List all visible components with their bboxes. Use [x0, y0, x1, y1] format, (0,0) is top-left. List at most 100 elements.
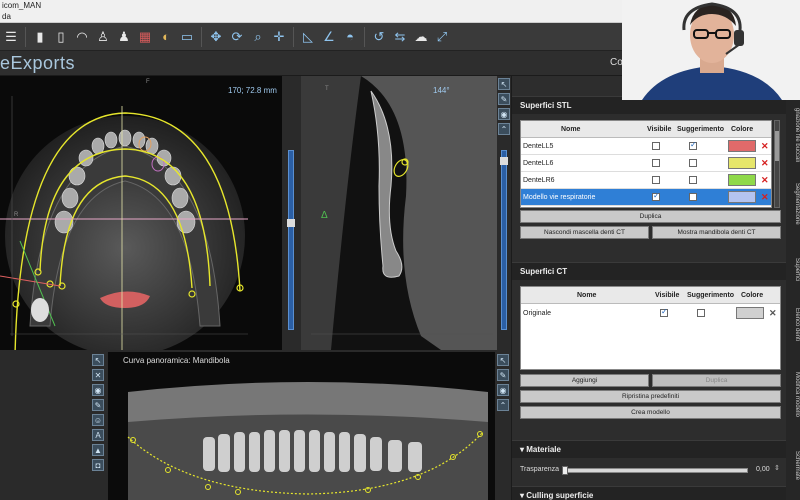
stl-scroll-thumb[interactable]	[775, 131, 779, 161]
panoramic-viewport[interactable]: Curva panoramica: Mandibola	[108, 352, 495, 500]
visibility-icon[interactable]: ◉	[497, 384, 509, 396]
ruler-icon[interactable]: ◺	[299, 27, 317, 47]
side-tab-edit-model[interactable]: Modifica modello	[786, 362, 800, 428]
tooth-icon[interactable]: ♙	[94, 27, 112, 47]
list-icon[interactable]: ☰	[2, 27, 20, 47]
move-icon[interactable]: ✥	[207, 27, 225, 47]
cross-tool-strip: ↖ ✎ ◉ ⌃	[498, 78, 512, 135]
table-row[interactable]: DenteLR6 ✕	[521, 172, 771, 189]
spinner-arrows-icon[interactable]: ⇕	[774, 464, 780, 472]
tube-icon[interactable]: ▮	[31, 27, 49, 47]
skull-icon[interactable]: ☺	[92, 414, 104, 426]
delete-icon[interactable]: ✕	[769, 305, 777, 322]
app-window: icom_MAN da ☰ ▮ ▯ ◠ ♙ ♟ ▦ ◐ ▭ ✥ ⟳ ⌕ ✛ ◺ …	[0, 0, 800, 500]
angle-icon[interactable]: ∠	[320, 27, 338, 47]
table-row[interactable]: DenteLL6 ✕	[521, 155, 771, 172]
color-swatch[interactable]	[728, 157, 756, 169]
axial-slice-knob[interactable]	[287, 219, 295, 227]
cloud-icon[interactable]: ☁	[412, 27, 430, 47]
suggest-checkbox[interactable]	[689, 159, 697, 167]
visibility-icon[interactable]: ◉	[498, 108, 510, 120]
header-suggest[interactable]: Suggerimento	[687, 287, 737, 304]
color-swatch[interactable]	[728, 191, 756, 203]
protractor-icon[interactable]: ◓	[341, 27, 359, 47]
undo-icon[interactable]: ↺	[370, 27, 388, 47]
chevron-up-icon[interactable]: ⌃	[498, 123, 510, 135]
side-tab-screenshots[interactable]: Schermate	[786, 436, 800, 496]
reset-defaults-button[interactable]: Ripristina predefiniti	[520, 390, 781, 403]
table-row[interactable]: DenteLL5 ✕	[521, 138, 771, 155]
header-suggest[interactable]: Suggerimento	[677, 121, 727, 138]
stl-table-scrollbar[interactable]	[774, 120, 780, 208]
delete-icon[interactable]: ✕	[761, 155, 769, 172]
transparency-label: Trasparenza	[520, 466, 560, 473]
header-visible[interactable]: Visibile	[655, 287, 685, 304]
ct-section-title[interactable]: Superfici CT	[512, 262, 787, 280]
ct-add-button[interactable]: Aggiungi	[520, 374, 649, 387]
suggest-checkbox[interactable]	[689, 176, 697, 184]
jaw-icon[interactable]: ◠	[73, 27, 91, 47]
side-tab-buccal[interactable]: gnazione file buccali	[786, 100, 800, 170]
tube-icon[interactable]: ▯	[52, 27, 70, 47]
zoom-icon[interactable]: ⌕	[249, 27, 267, 47]
cross-slice-slider[interactable]	[500, 150, 508, 330]
delete-icon[interactable]: ✕	[761, 138, 769, 155]
rotate-icon[interactable]: ⟳	[228, 27, 246, 47]
pencil-icon[interactable]: ✎	[92, 399, 104, 411]
close-icon[interactable]: ✕	[92, 369, 104, 381]
header-visible[interactable]: Visibile	[647, 121, 677, 138]
side-tab-surfaces[interactable]: Superfici	[786, 250, 800, 290]
pointer-icon[interactable]: ↖	[498, 78, 510, 90]
axial-viewport[interactable]: 170; 72.8 mm F R ↖ ☺ A ▲ ⌃	[0, 76, 282, 350]
color-swatch[interactable]	[728, 174, 756, 186]
cross-slice-knob[interactable]	[500, 157, 508, 165]
suggest-checkbox[interactable]	[689, 193, 697, 201]
header-name[interactable]: Nome	[577, 287, 637, 304]
visibility-icon[interactable]: ◉	[92, 384, 104, 396]
mask-icon[interactable]: ◐	[157, 27, 175, 47]
visible-checkbox[interactable]	[652, 159, 660, 167]
camera-icon[interactable]: ◘	[92, 459, 104, 471]
header-color[interactable]: Colore	[731, 121, 761, 138]
tooth-icon[interactable]: ♟	[115, 27, 133, 47]
side-tab-teeth-list[interactable]: Elenco denti	[786, 300, 800, 350]
color-swatch[interactable]	[728, 140, 756, 152]
pan-icon[interactable]: ✛	[270, 27, 288, 47]
triangle-icon[interactable]: ▲	[92, 444, 104, 456]
pointer-icon[interactable]: ↖	[92, 354, 104, 366]
material-section-title[interactable]: ▾ Materiale	[512, 440, 787, 458]
ct-duplicate-button[interactable]: Duplica	[652, 374, 781, 387]
pencil-icon[interactable]: ✎	[497, 369, 509, 381]
pointer-icon[interactable]: ↖	[497, 354, 509, 366]
stl-duplicate-button[interactable]: Duplica	[520, 210, 781, 223]
suggest-checkbox[interactable]	[689, 140, 697, 150]
transparency-slider-thumb[interactable]	[562, 466, 568, 475]
header-name[interactable]: Nome	[561, 121, 621, 138]
side-tab-segmentation[interactable]: Segmentazione	[786, 174, 800, 234]
suggest-checkbox[interactable]	[697, 309, 705, 317]
culling-section-title[interactable]: ▾ Culling superficie	[512, 486, 787, 500]
cross-section-viewport[interactable]: T 144° Δ	[301, 76, 497, 350]
delete-icon[interactable]: ✕	[761, 172, 769, 189]
visible-checkbox[interactable]	[652, 176, 660, 184]
table-row[interactable]: Originale ✕	[521, 305, 780, 322]
color-swatch[interactable]	[736, 307, 764, 319]
arrows-icon[interactable]: ⇆	[391, 27, 409, 47]
table-row-selected[interactable]: Modello vie respiratorie ✕	[521, 189, 771, 206]
hide-upper-teeth-button[interactable]: Nascondi mascella denti CT	[520, 226, 649, 239]
pencil-icon[interactable]: ✎	[498, 93, 510, 105]
expand-icon[interactable]: ⤢	[433, 27, 451, 47]
transparency-slider[interactable]	[562, 468, 748, 473]
text-icon[interactable]: A	[92, 429, 104, 441]
visible-checkbox[interactable]	[652, 191, 660, 201]
create-model-button[interactable]: Crea modello	[520, 406, 781, 419]
visible-checkbox[interactable]	[652, 142, 660, 150]
chevron-up-icon[interactable]: ⌃	[497, 399, 509, 411]
window-icon[interactable]: ▭	[178, 27, 196, 47]
show-lower-teeth-button[interactable]: Mostra mandibola denti CT	[652, 226, 781, 239]
visible-checkbox[interactable]	[660, 307, 668, 317]
axial-slice-slider[interactable]	[287, 150, 295, 330]
grid-icon[interactable]: ▦	[136, 27, 154, 47]
delete-icon[interactable]: ✕	[761, 189, 769, 206]
header-color[interactable]: Colore	[741, 287, 771, 304]
